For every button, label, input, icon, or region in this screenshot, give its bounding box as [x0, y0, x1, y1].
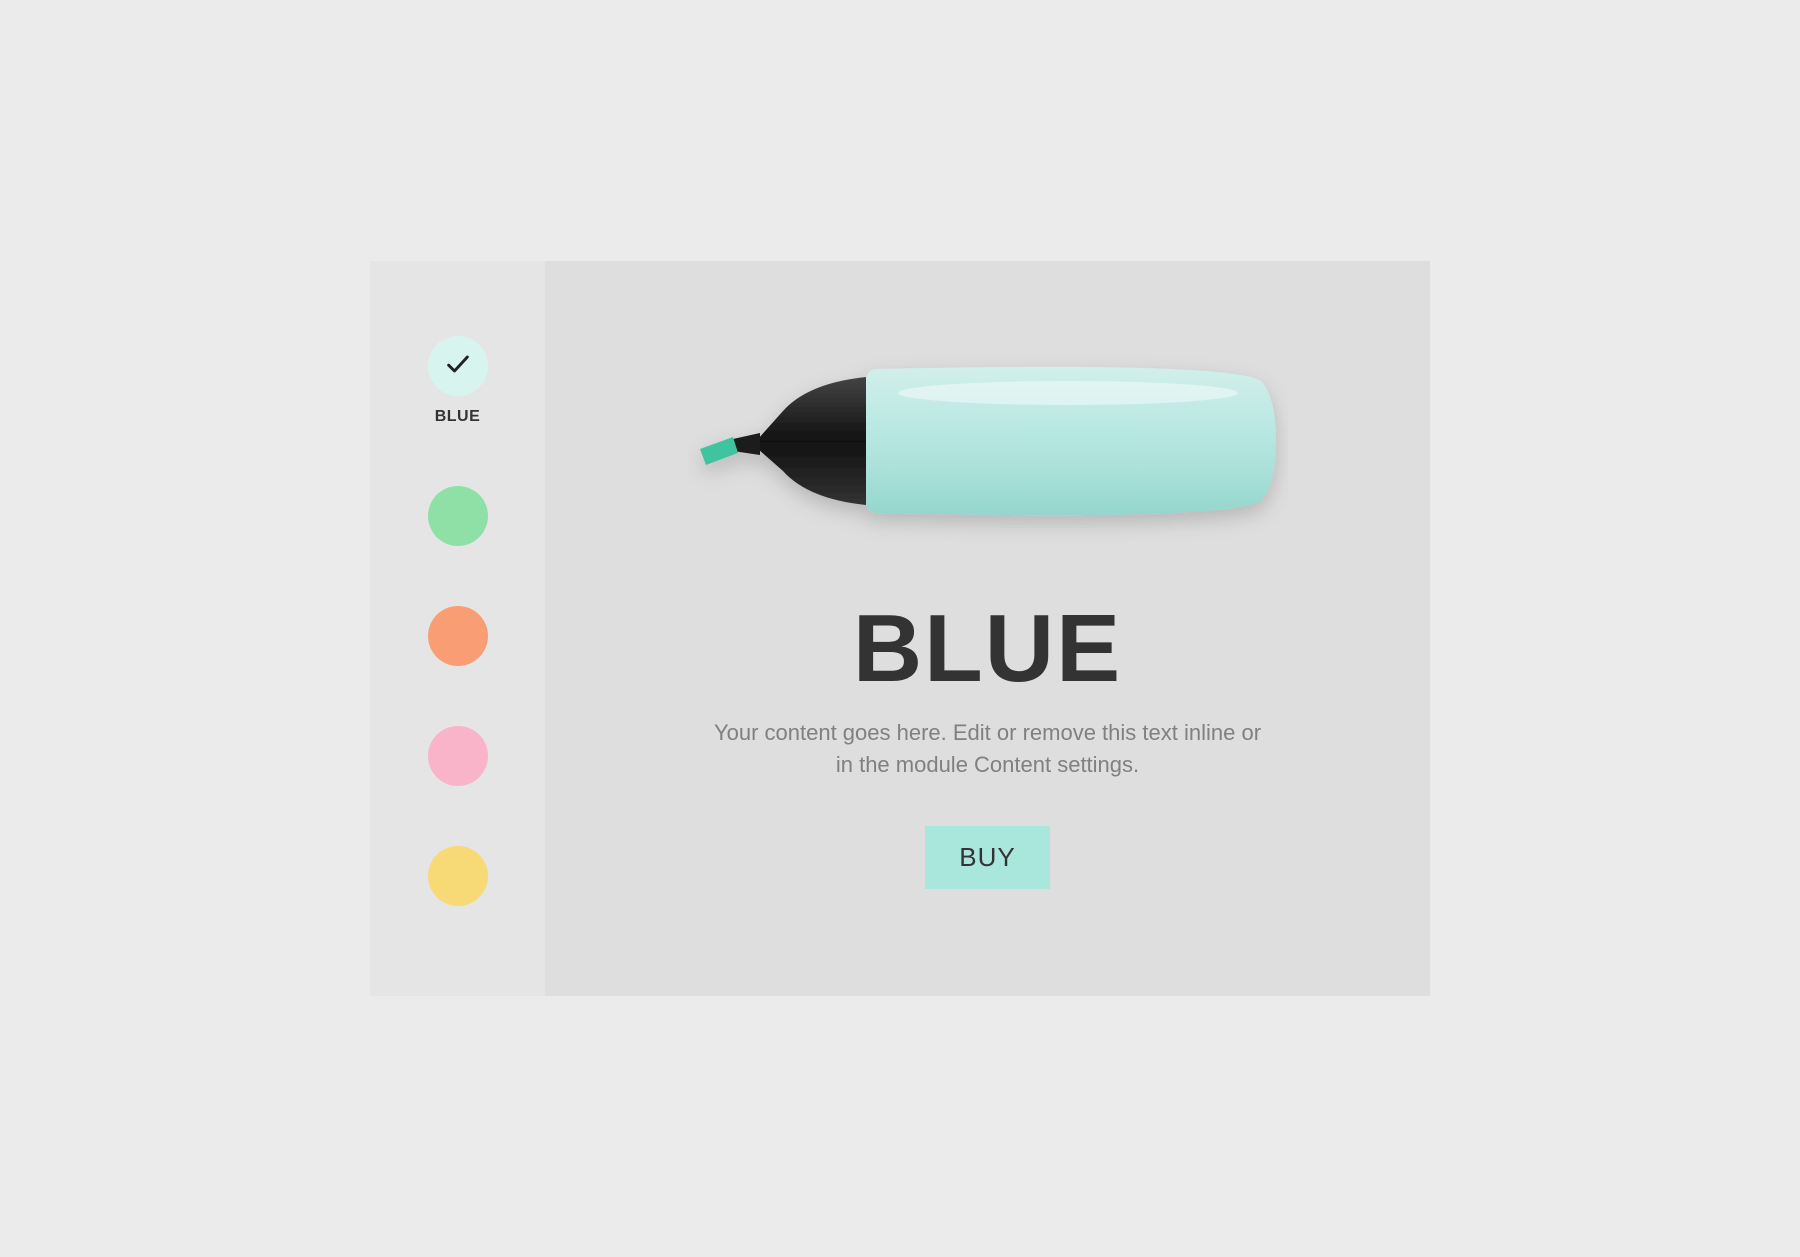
product-highlighter-image	[688, 321, 1288, 561]
swatch-label-blue: BLUE	[435, 408, 481, 426]
color-swatch-blue[interactable]	[428, 336, 488, 396]
color-swatch-pink[interactable]	[428, 726, 488, 786]
product-title: BLUE	[853, 601, 1122, 697]
buy-button[interactable]: BUY	[925, 826, 1049, 889]
product-card: BLUE	[370, 261, 1430, 996]
checkmark-icon	[444, 350, 472, 383]
product-main: BLUE Your content goes here. Edit or rem…	[545, 261, 1430, 996]
color-swatch-yellow[interactable]	[428, 846, 488, 906]
color-swatch-green[interactable]	[428, 486, 488, 546]
color-swatch-orange[interactable]	[428, 606, 488, 666]
swatch-group-blue: BLUE	[428, 336, 488, 426]
product-description: Your content goes here. Edit or remove t…	[708, 717, 1268, 781]
color-sidebar: BLUE	[370, 261, 545, 996]
